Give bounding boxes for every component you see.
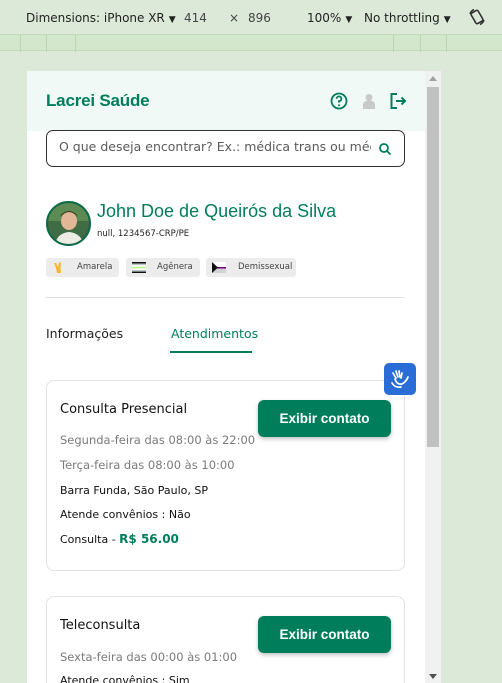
schedule-line: Sexta-feira das 00:00 às 01:00 <box>60 650 238 664</box>
avatar <box>46 201 91 246</box>
scroll-up-icon[interactable] <box>429 76 437 81</box>
brand-logo[interactable]: Lacrei Saúde <box>46 91 150 111</box>
accessibility-button[interactable] <box>384 363 416 395</box>
show-contact-button[interactable]: Exibir contato <box>258 400 391 437</box>
site-header: Lacrei Saúde <box>27 71 425 131</box>
chevron-down-icon: ▼ <box>345 15 353 25</box>
card-price: Consulta - R$ 56.00 <box>60 532 179 546</box>
card-title: Teleconsulta <box>60 618 141 633</box>
tab-atendimentos[interactable]: Atendimentos <box>171 326 258 341</box>
zoom-label: 100% <box>307 11 342 25</box>
show-contact-button[interactable]: Exibir contato <box>258 616 391 653</box>
avatar-photo <box>48 203 89 244</box>
sign-language-icon <box>391 370 409 389</box>
logout-icon[interactable] <box>388 91 408 111</box>
scrollbar-thumb[interactable] <box>427 87 439 447</box>
tab-informacoes[interactable]: Informações <box>46 326 123 341</box>
search-icon[interactable] <box>378 142 392 156</box>
search-input[interactable] <box>59 139 371 154</box>
active-tab-indicator <box>170 351 252 353</box>
search-bar <box>46 130 405 167</box>
agender-flag-icon <box>132 262 146 273</box>
tag-gender: Agênera <box>126 258 200 277</box>
card-insurance: Atende convênios : Não <box>60 508 191 521</box>
service-card-presencial: Consulta Presencial Exibir contato Segun… <box>46 380 405 571</box>
page-content: Lacrei Saúde O que deseja encontrar? Ex.… <box>27 71 425 683</box>
tag-label: Amarela <box>77 262 113 272</box>
dimension-separator: × <box>229 11 240 25</box>
divider <box>46 297 405 298</box>
throttling-select[interactable]: No throttling ▼ <box>364 11 451 25</box>
chevron-down-icon: ▼ <box>168 15 176 25</box>
user-icon[interactable] <box>359 91 379 111</box>
tag-label: Demissexual <box>238 262 293 272</box>
schedule-line: Terça-feira das 08:00 às 10:00 <box>60 458 235 472</box>
scroll-down-icon[interactable] <box>429 674 437 679</box>
help-icon[interactable] <box>329 91 349 111</box>
rotate-icon[interactable] <box>468 8 486 26</box>
professional-registration: null, 1234567-CRP/PE <box>97 229 190 239</box>
page-scrollbar[interactable] <box>425 71 441 683</box>
tag-label: Agênera <box>157 262 193 272</box>
device-select[interactable]: Dimensions: iPhone XR ▼ <box>26 11 176 25</box>
demisexual-flag-icon <box>212 262 226 273</box>
price-label: Consulta - <box>60 533 120 546</box>
tag-sexuality: Demissexual <box>206 258 296 277</box>
card-insurance: Atende convênios : Sim <box>60 674 190 683</box>
device-viewport: Lacrei Saúde O que deseja encontrar? Ex.… <box>27 71 441 683</box>
service-card-teleconsulta: Teleconsulta Exibir contato Sexta-feira … <box>46 596 405 683</box>
height-input[interactable]: 896 <box>248 11 271 25</box>
schedule-line: Segunda-feira das 08:00 às 22:00 <box>60 433 256 447</box>
chevron-down-icon: ▼ <box>443 15 451 25</box>
device-toolbar: Dimensions: iPhone XR ▼ 414 × 896 100% ▼ N… <box>0 0 502 34</box>
professional-name: John Doe de Queirós da Silva <box>97 201 337 221</box>
price-value: R$ 56.00 <box>119 532 179 546</box>
card-address: Barra Funda, São Paulo, SP <box>60 484 208 497</box>
card-title: Consulta Presencial <box>60 402 188 417</box>
media-query-ruler[interactable] <box>0 34 502 52</box>
tag-ethnicity: Amarela <box>46 258 119 277</box>
throttling-label: No throttling <box>364 11 440 25</box>
hand-icon <box>54 262 61 273</box>
zoom-select[interactable]: 100% ▼ <box>307 11 352 25</box>
device-label: Dimensions: iPhone XR <box>26 11 165 25</box>
width-input[interactable]: 414 <box>184 11 207 25</box>
